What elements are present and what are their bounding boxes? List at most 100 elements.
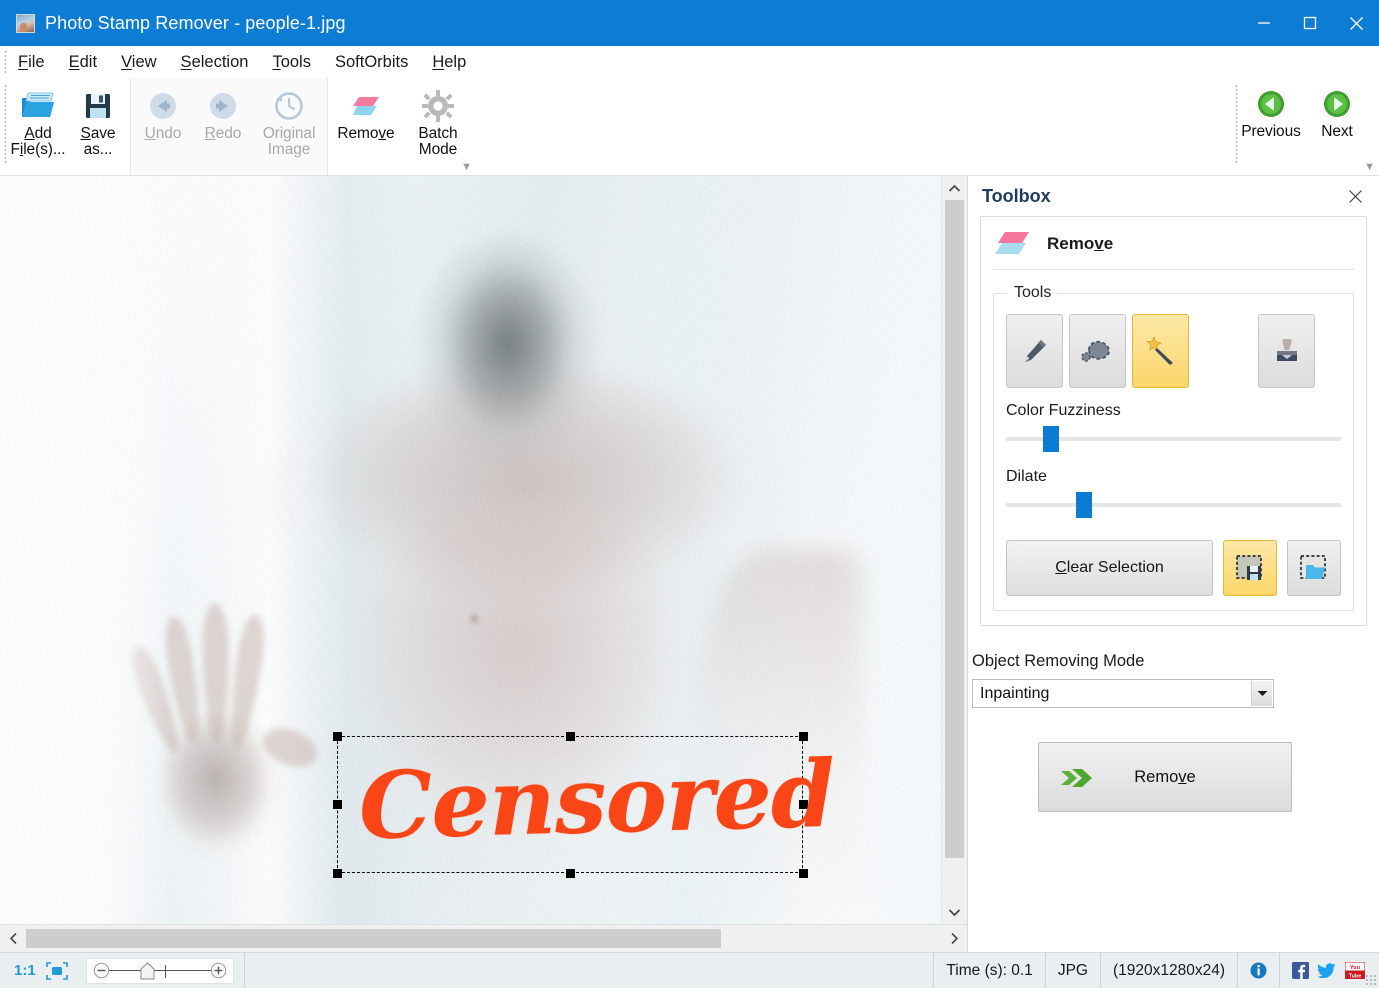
maximize-button[interactable] (1287, 0, 1333, 46)
horizontal-scrollbar[interactable] (0, 924, 967, 952)
menu-tools[interactable]: Tools (262, 51, 321, 74)
youtube-icon[interactable]: You Tube (1345, 962, 1365, 979)
info-cell (1238, 953, 1280, 988)
marker-tool-button[interactable] (1006, 314, 1063, 388)
toolbox-title: Toolbox (982, 185, 1051, 206)
magic-wand-tool-button[interactable] (1132, 314, 1189, 388)
stamp-tool-button[interactable] (1258, 314, 1315, 388)
selection-handle[interactable] (565, 731, 575, 741)
zoom-in-button[interactable] (210, 962, 227, 979)
zoom-controls: 1:1 (0, 953, 245, 988)
ribbon-nav-expander-icon[interactable]: ▼ (1364, 161, 1375, 173)
info-icon[interactable] (1250, 962, 1267, 979)
selection-handle[interactable] (798, 731, 808, 741)
window-controls (1241, 0, 1379, 46)
menu-selection[interactable]: Selection (171, 51, 259, 74)
undo-button[interactable]: Undo (133, 80, 193, 173)
ribbon-group-actions: Remove Batch Mode ▼ (328, 78, 476, 175)
ribbon-expander-icon[interactable]: ▼ (461, 161, 472, 173)
redo-button[interactable]: Redo (193, 80, 253, 173)
scroll-down-arrow-icon[interactable] (942, 900, 967, 924)
tool-gap (1195, 314, 1252, 388)
horizontal-scroll-thumb[interactable] (26, 929, 722, 948)
vertical-scrollbar[interactable] (941, 176, 967, 924)
clock-revert-icon (273, 88, 305, 124)
censored-watermark: Censored (357, 739, 836, 861)
resize-grip-icon[interactable] (1365, 974, 1377, 986)
menu-view[interactable]: View (111, 51, 166, 74)
remove-action-button[interactable]: Remove (1038, 742, 1292, 812)
next-button[interactable]: Next (1307, 78, 1367, 175)
color-fuzziness-label: Color Fuzziness (1006, 402, 1121, 419)
application-window: Photo Stamp Remover - people-1.jpg FFile… (0, 0, 1379, 988)
lasso-tool-button[interactable] (1069, 314, 1126, 388)
scroll-left-arrow-icon[interactable] (0, 925, 26, 952)
selection-handle[interactable] (332, 731, 342, 741)
zoom-track[interactable] (108, 969, 211, 972)
status-spacer (245, 953, 934, 988)
object-removing-mode-label: Object Removing Mode (972, 652, 1145, 670)
open-folder-icon (20, 88, 56, 124)
color-fuzziness-slider[interactable] (1006, 424, 1341, 454)
toolbox-panel: Toolbox Remove Tools Color Fuzziness Dil… (967, 176, 1379, 952)
app-icon (16, 13, 35, 33)
magic-wand-icon (1145, 335, 1177, 367)
save-as-button[interactable]: Save as... (68, 80, 128, 173)
menu-file[interactable]: FFileile (8, 51, 55, 74)
facebook-icon[interactable] (1292, 962, 1309, 979)
clear-selection-button[interactable]: Clear Selection (1006, 540, 1213, 596)
zoom-out-button[interactable] (93, 962, 110, 979)
gear-icon (422, 88, 454, 124)
toolbox-close-icon[interactable] (1342, 185, 1369, 208)
load-selection-button[interactable] (1287, 540, 1341, 596)
selection-handle[interactable] (798, 868, 808, 878)
zoom-ratio-label[interactable]: 1:1 (14, 962, 36, 979)
scroll-right-arrow-icon[interactable] (941, 925, 967, 952)
ribbon-toolbar: Add File(s)... Save as... Undo Redo Orig… (0, 78, 1379, 176)
stamp-icon (1272, 336, 1302, 366)
canvas-row: Censored (0, 176, 967, 924)
horizontal-scroll-track[interactable] (26, 925, 941, 952)
scroll-up-arrow-icon[interactable] (942, 176, 967, 200)
chevron-down-icon[interactable] (1251, 681, 1272, 706)
green-left-arrow-icon (1256, 86, 1286, 122)
original-image-button[interactable]: Original Image (253, 80, 325, 173)
remove-section-title: Remove (1047, 234, 1114, 253)
selection-handle[interactable] (332, 868, 342, 878)
selection-handle[interactable] (332, 800, 342, 809)
previous-label: Previous (1241, 123, 1301, 140)
remove-tool-label: Remove (337, 125, 395, 142)
selection-handle[interactable] (565, 868, 575, 878)
menu-edit[interactable]: Edit (59, 51, 107, 74)
batch-mode-button[interactable]: Batch Mode (402, 80, 474, 173)
remove-action-label: Remove (1134, 767, 1196, 786)
title-bar: Photo Stamp Remover - people-1.jpg (0, 0, 1379, 46)
slider-track (1006, 503, 1341, 507)
vertical-scroll-track[interactable] (942, 200, 967, 900)
add-files-button[interactable]: Add File(s)... (8, 80, 68, 173)
next-label: Next (1321, 123, 1353, 140)
original-image-label: Original Image (262, 125, 316, 159)
image-canvas[interactable]: Censored (0, 176, 941, 924)
twitter-icon[interactable] (1318, 963, 1336, 978)
previous-button[interactable]: Previous (1235, 78, 1307, 175)
zoom-slider-handle[interactable] (140, 961, 155, 980)
svg-text:Tube: Tube (1349, 973, 1361, 979)
close-button[interactable] (1333, 0, 1379, 46)
selection-actions: Clear Selection (1006, 540, 1341, 596)
section-divider (993, 269, 1354, 270)
toolbox-header: Toolbox (968, 176, 1379, 216)
fit-to-window-icon[interactable] (45, 961, 68, 980)
vertical-scroll-thumb[interactable] (945, 200, 964, 858)
dilate-slider[interactable] (1006, 490, 1341, 520)
menu-softorbits[interactable]: SoftOrbits (325, 51, 418, 74)
green-double-arrow-icon (1059, 765, 1099, 791)
save-selection-button[interactable] (1223, 540, 1277, 596)
minimize-button[interactable] (1241, 0, 1287, 46)
dilate-thumb[interactable] (1076, 492, 1093, 518)
remove-tool-button[interactable]: Remove (330, 80, 402, 173)
color-fuzziness-thumb[interactable] (1042, 426, 1059, 452)
object-removing-mode-select[interactable]: Inpainting (972, 679, 1274, 708)
zoom-slider[interactable] (85, 957, 234, 984)
menu-help[interactable]: Help (422, 51, 476, 74)
